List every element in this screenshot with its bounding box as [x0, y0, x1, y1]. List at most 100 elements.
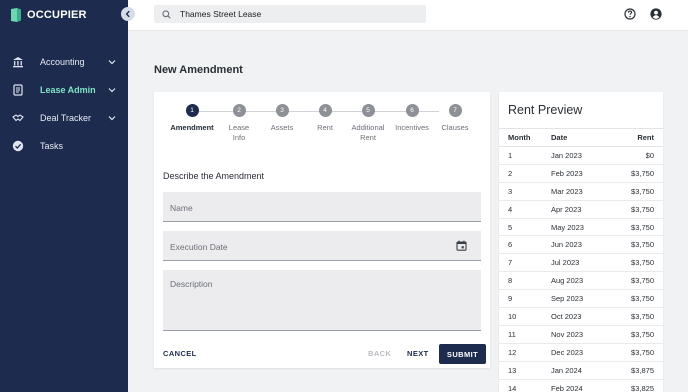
table-row: 3 Mar 2023 $3,750 [499, 182, 663, 201]
description-field[interactable]: Description [163, 270, 481, 331]
stepper: 1 Amendment 2 Lease Info 3 Assets 4 Rent… [154, 104, 490, 148]
date-cell: Nov 2023 [551, 325, 613, 344]
date-cell: Apr 2023 [551, 200, 613, 219]
step-number: 2 [232, 104, 246, 117]
date-cell: Feb 2023 [551, 164, 613, 183]
sidebar-item-deal-tracker[interactable]: Deal Tracker [0, 104, 128, 132]
month-cell: 13 [499, 361, 551, 380]
brand-logo-icon [11, 8, 21, 22]
date-cell: May 2023 [551, 218, 613, 237]
table-row: 4 Apr 2023 $3,750 [499, 200, 663, 219]
table-row: 8 Aug 2023 $3,750 [499, 271, 663, 291]
top-bar [128, 0, 688, 31]
sidebar-nav: Accounting Lease Admin Deal Tracker Task… [0, 48, 128, 160]
execution-date-placeholder: Execution Date [170, 242, 228, 252]
sidebar-item-label: Accounting [40, 57, 85, 67]
cancel-button[interactable]: CANCEL [163, 349, 197, 358]
month-cell: 3 [499, 182, 551, 201]
table-header-row: Month Date Rent [499, 128, 663, 147]
rent-preview-card: Rent Preview Month Date Rent 1 Jan 2023 $0… [499, 92, 663, 392]
month-cell: 5 [499, 218, 551, 237]
step-amendment[interactable]: 1 Amendment [167, 104, 217, 133]
page-title: New Amendment [154, 64, 243, 76]
column-header-rent: Rent [613, 128, 663, 147]
rent-cell: $0 [613, 146, 663, 165]
submit-button[interactable]: SUBMIT [439, 344, 486, 364]
back-button[interactable]: BACK [368, 349, 391, 358]
table-row: 14 Feb 2024 $3,825 [499, 379, 663, 392]
search-bar[interactable] [154, 5, 426, 23]
table-row: 11 Nov 2023 $3,750 [499, 325, 663, 344]
date-cell: Jul 2023 [551, 253, 613, 273]
sidebar-item-accounting[interactable]: Accounting [0, 48, 128, 76]
sidebar: OCCUPIER Accounting Lease Admin Deal Tra… [0, 0, 135, 392]
date-cell: Jun 2023 [551, 235, 613, 255]
bank-icon [11, 56, 24, 69]
step-number: 7 [448, 104, 462, 117]
brand-name: OCCUPIER [27, 9, 87, 21]
form-actions: CANCEL BACK NEXT SUBMIT [154, 344, 490, 364]
rent-cell: $3,750 [613, 200, 663, 219]
rent-table-body: 1 Jan 2023 $0 2 Feb 2023 $3,750 3 Mar 2023 $3,75… [499, 146, 663, 392]
date-cell: Dec 2023 [551, 343, 613, 362]
sidebar-item-tasks[interactable]: Tasks [0, 132, 128, 160]
step-number: 1 [185, 104, 199, 117]
step-label: Clauses [441, 123, 469, 132]
month-cell: 7 [499, 253, 551, 273]
execution-date-field[interactable]: Execution Date [163, 231, 481, 261]
step-label: Lease Info [228, 123, 250, 142]
step-clauses[interactable]: 7 Clauses [430, 104, 480, 133]
handshake-icon [11, 112, 24, 125]
rent-cell: $3,825 [613, 379, 663, 392]
month-cell: 6 [499, 235, 551, 255]
month-cell: 12 [499, 343, 551, 362]
table-row: 12 Dec 2023 $3,750 [499, 343, 663, 362]
table-row: 9 Sep 2023 $3,750 [499, 289, 663, 309]
step-number: 5 [361, 104, 375, 117]
table-row: 10 Oct 2023 $3,750 [499, 307, 663, 326]
rent-cell: $3,750 [613, 253, 663, 273]
month-cell: 4 [499, 200, 551, 219]
sidebar-item-label: Lease Admin [40, 85, 96, 95]
rent-cell: $3,750 [613, 271, 663, 291]
date-cell: Feb 2024 [551, 379, 613, 392]
search-input[interactable] [180, 9, 420, 19]
step-additional-rent[interactable]: 5 Additional Rent [343, 104, 393, 143]
search-icon [162, 9, 171, 19]
name-field[interactable]: Name [163, 192, 481, 222]
rent-cell: $3,750 [613, 289, 663, 309]
date-cell: Sep 2023 [551, 289, 613, 309]
calendar-icon[interactable] [456, 240, 467, 251]
form-heading: Describe the Amendment [163, 171, 265, 181]
rent-preview-table: Month Date Rent 1 Jan 2023 $0 2 Feb 2023 $3,7… [499, 128, 663, 392]
table-row: 7 Jul 2023 $3,750 [499, 253, 663, 273]
next-button[interactable]: NEXT [407, 349, 429, 358]
top-icons [624, 8, 662, 20]
sidebar-item-lease-admin[interactable]: Lease Admin [0, 76, 128, 104]
help-circle-icon[interactable] [624, 8, 636, 20]
collapse-sidebar-button[interactable] [121, 7, 135, 21]
month-cell: 8 [499, 271, 551, 291]
account-circle-icon[interactable] [650, 8, 662, 20]
sidebar-item-label: Deal Tracker [40, 113, 92, 123]
month-cell: 14 [499, 379, 551, 392]
table-row: 6 Jun 2023 $3,750 [499, 235, 663, 255]
column-header-month: Month [499, 128, 551, 147]
chevron-down-icon [108, 88, 116, 93]
date-cell: Aug 2023 [551, 271, 613, 291]
step-label: Amendment [170, 123, 214, 132]
check-circle-icon [11, 140, 24, 153]
name-placeholder: Name [170, 203, 193, 213]
amendment-form-card: 1 Amendment 2 Lease Info 3 Assets 4 Rent… [154, 92, 490, 368]
rent-cell: $3,875 [613, 361, 663, 380]
logo[interactable]: OCCUPIER [11, 8, 87, 22]
rent-cell: $3,750 [613, 218, 663, 237]
date-cell: Mar 2023 [551, 182, 613, 201]
date-cell: Jan 2023 [551, 146, 613, 165]
column-header-date: Date [551, 128, 613, 147]
step-label: Additional Rent [351, 123, 385, 142]
chevron-down-icon [108, 60, 116, 65]
step-number: 3 [275, 104, 289, 117]
date-cell: Jan 2024 [551, 361, 613, 380]
date-cell: Oct 2023 [551, 307, 613, 326]
